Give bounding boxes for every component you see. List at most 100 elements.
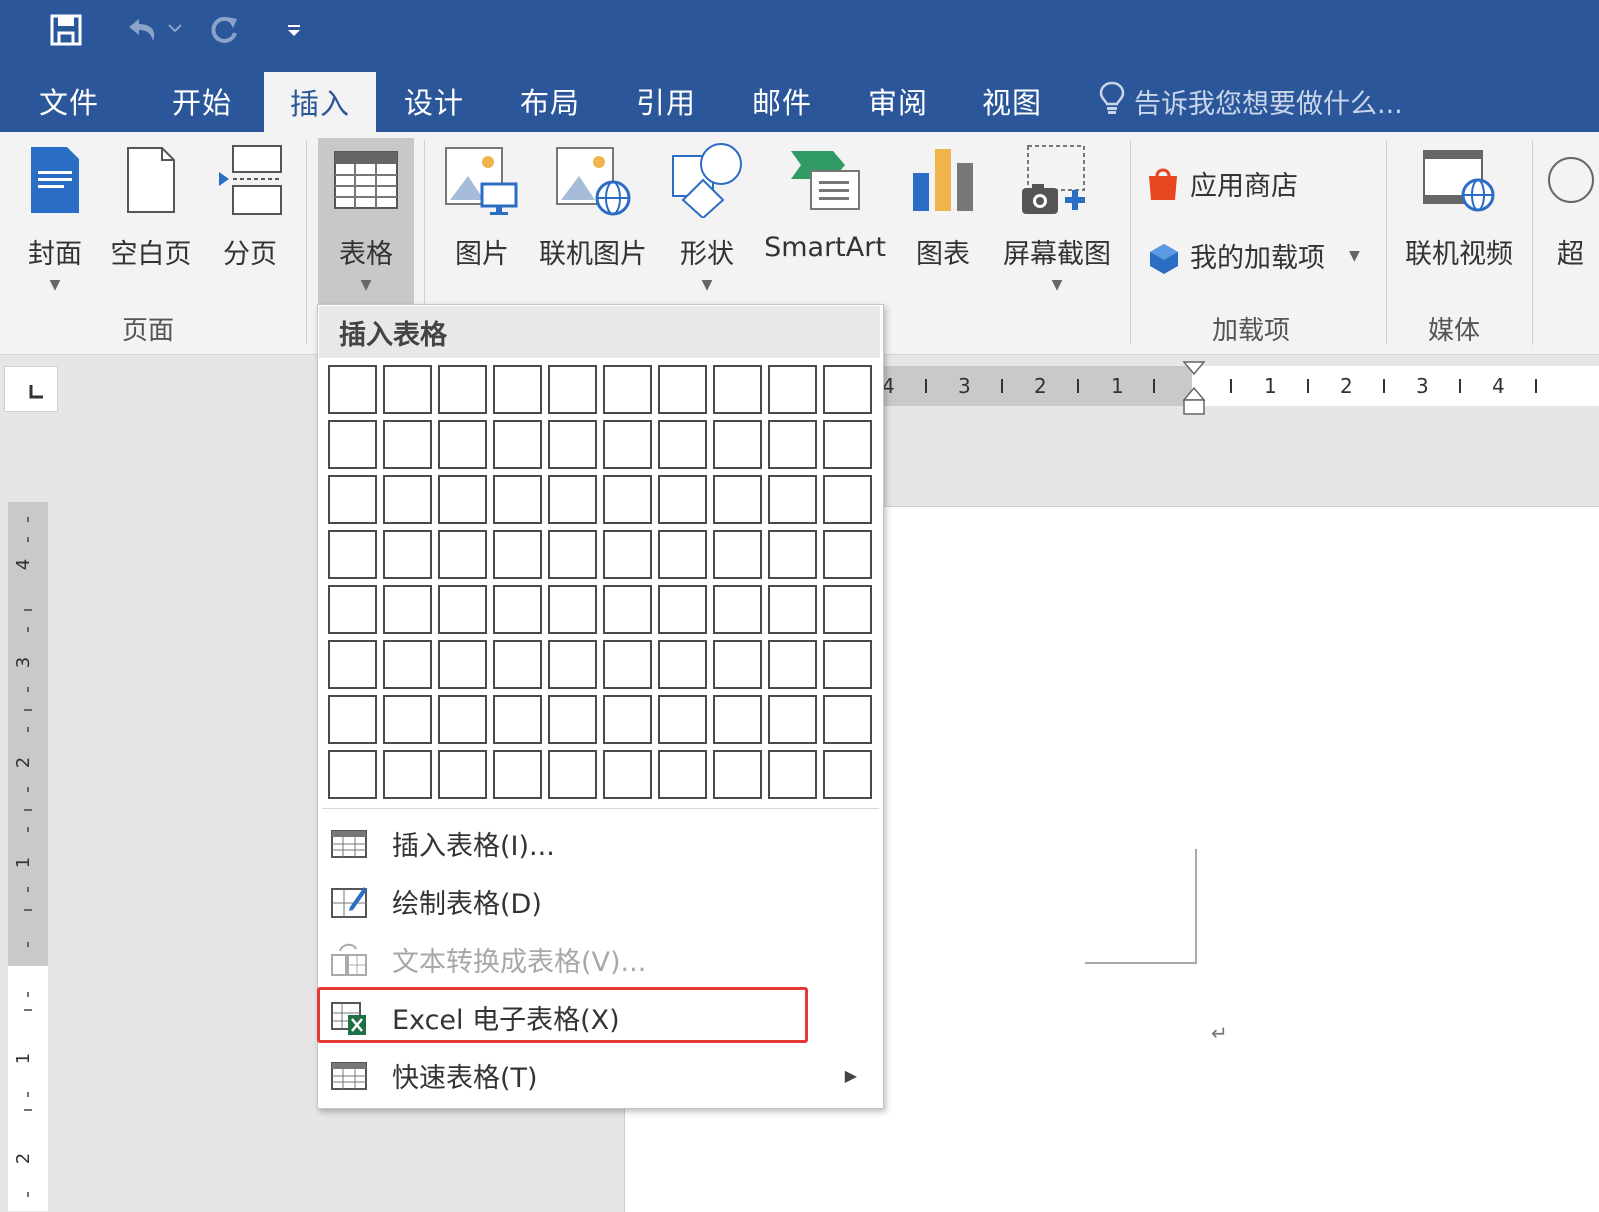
table-button[interactable]: 表格 ▼: [318, 138, 414, 308]
tab-review[interactable]: 审阅: [848, 70, 948, 132]
table-grid-cell[interactable]: [768, 750, 817, 799]
table-grid-cell[interactable]: [768, 365, 817, 414]
table-grid-cell[interactable]: [823, 750, 872, 799]
table-grid-cell[interactable]: [438, 420, 487, 469]
table-grid-cell[interactable]: [328, 365, 377, 414]
table-grid-cell[interactable]: [493, 530, 542, 579]
table-grid-cell[interactable]: [823, 420, 872, 469]
table-grid-cell[interactable]: [438, 530, 487, 579]
table-grid-cell[interactable]: [603, 640, 652, 689]
horizontal-ruler[interactable]: 4 3 2 1 1 2 3 4: [880, 361, 1599, 415]
redo-icon[interactable]: [202, 8, 246, 52]
table-grid-cell[interactable]: [493, 750, 542, 799]
table-grid-cell[interactable]: [493, 585, 542, 634]
table-grid-cell[interactable]: [603, 585, 652, 634]
menu-item-draw-table[interactable]: 绘制表格(D): [318, 873, 881, 929]
smartart-button[interactable]: SmartArt: [758, 138, 892, 263]
table-grid-cell[interactable]: [768, 585, 817, 634]
table-grid-cell[interactable]: [493, 475, 542, 524]
table-grid-cell[interactable]: [383, 695, 432, 744]
table-grid-cell[interactable]: [548, 365, 597, 414]
table-grid-cell[interactable]: [383, 585, 432, 634]
customize-icon[interactable]: [280, 8, 308, 52]
table-grid-cell[interactable]: [383, 475, 432, 524]
shapes-button[interactable]: 形状 ▼: [670, 138, 744, 293]
table-grid-cell[interactable]: [658, 585, 707, 634]
menu-item-insert-table[interactable]: 插入表格(I)...: [318, 815, 881, 871]
page-break-button[interactable]: 分页: [212, 138, 288, 271]
table-grid-cell[interactable]: [823, 365, 872, 414]
table-grid-cell[interactable]: [383, 750, 432, 799]
cover-page-button[interactable]: 封面 ▼: [20, 138, 90, 293]
table-grid-cell[interactable]: [548, 640, 597, 689]
online-picture-button[interactable]: 联机图片: [534, 138, 652, 271]
table-grid-cell[interactable]: [713, 475, 762, 524]
table-size-grid[interactable]: [328, 365, 872, 799]
table-grid-cell[interactable]: [768, 640, 817, 689]
tab-file[interactable]: 文件: [14, 70, 124, 132]
table-grid-cell[interactable]: [328, 420, 377, 469]
table-grid-cell[interactable]: [768, 475, 817, 524]
table-grid-cell[interactable]: [548, 585, 597, 634]
picture-button[interactable]: 图片: [444, 138, 520, 271]
table-grid-cell[interactable]: [328, 750, 377, 799]
table-grid-cell[interactable]: [328, 475, 377, 524]
chart-button[interactable]: 图表: [908, 138, 978, 271]
table-grid-cell[interactable]: [658, 695, 707, 744]
screenshot-button[interactable]: 屏幕截图 ▼: [994, 138, 1120, 293]
table-grid-cell[interactable]: [658, 750, 707, 799]
tab-insert[interactable]: 插入: [264, 72, 376, 132]
tab-home[interactable]: 开始: [150, 70, 254, 132]
table-grid-cell[interactable]: [823, 640, 872, 689]
table-grid-cell[interactable]: [713, 530, 762, 579]
table-grid-cell[interactable]: [328, 695, 377, 744]
table-grid-cell[interactable]: [438, 750, 487, 799]
table-grid-cell[interactable]: [658, 420, 707, 469]
table-grid-cell[interactable]: [603, 750, 652, 799]
table-grid-cell[interactable]: [823, 475, 872, 524]
online-video-button[interactable]: 联机视频: [1398, 138, 1520, 271]
table-grid-cell[interactable]: [548, 695, 597, 744]
table-grid-cell[interactable]: [768, 695, 817, 744]
table-grid-cell[interactable]: [603, 420, 652, 469]
table-grid-cell[interactable]: [823, 585, 872, 634]
table-grid-cell[interactable]: [383, 530, 432, 579]
table-grid-cell[interactable]: [603, 530, 652, 579]
table-grid-cell[interactable]: [713, 640, 762, 689]
table-grid-cell[interactable]: [713, 585, 762, 634]
store-button[interactable]: 应用商店: [1146, 164, 1298, 203]
tell-me-box[interactable]: 告诉我您想要做什么...: [1098, 70, 1403, 132]
table-grid-cell[interactable]: [713, 420, 762, 469]
table-grid-cell[interactable]: [383, 640, 432, 689]
table-grid-cell[interactable]: [823, 530, 872, 579]
table-grid-cell[interactable]: [548, 420, 597, 469]
table-grid-cell[interactable]: [493, 640, 542, 689]
table-grid-cell[interactable]: [603, 695, 652, 744]
tab-selector[interactable]: [4, 366, 58, 412]
undo-icon[interactable]: [118, 8, 188, 52]
table-grid-cell[interactable]: [493, 420, 542, 469]
table-grid-cell[interactable]: [328, 640, 377, 689]
table-grid-cell[interactable]: [438, 695, 487, 744]
table-grid-cell[interactable]: [493, 365, 542, 414]
menu-item-quick-tables[interactable]: 快速表格(T) ▶: [318, 1047, 881, 1103]
table-grid-cell[interactable]: [603, 475, 652, 524]
table-grid-cell[interactable]: [328, 530, 377, 579]
table-grid-cell[interactable]: [493, 695, 542, 744]
tab-mailings[interactable]: 邮件: [732, 70, 832, 132]
table-grid-cell[interactable]: [823, 695, 872, 744]
table-grid-cell[interactable]: [658, 365, 707, 414]
tab-design[interactable]: 设计: [384, 70, 484, 132]
table-grid-cell[interactable]: [658, 475, 707, 524]
hyperlink-button[interactable]: 超: [1542, 138, 1599, 271]
table-grid-cell[interactable]: [768, 530, 817, 579]
table-grid-cell[interactable]: [603, 365, 652, 414]
vertical-ruler[interactable]: 4 3 2 1 1 2: [8, 502, 48, 1211]
my-addins-button[interactable]: 我的加载项 ▼: [1146, 236, 1360, 275]
table-grid-cell[interactable]: [328, 585, 377, 634]
tab-layout[interactable]: 布局: [500, 70, 600, 132]
table-grid-cell[interactable]: [713, 750, 762, 799]
table-grid-cell[interactable]: [438, 640, 487, 689]
save-icon[interactable]: [44, 8, 88, 52]
table-grid-cell[interactable]: [438, 475, 487, 524]
